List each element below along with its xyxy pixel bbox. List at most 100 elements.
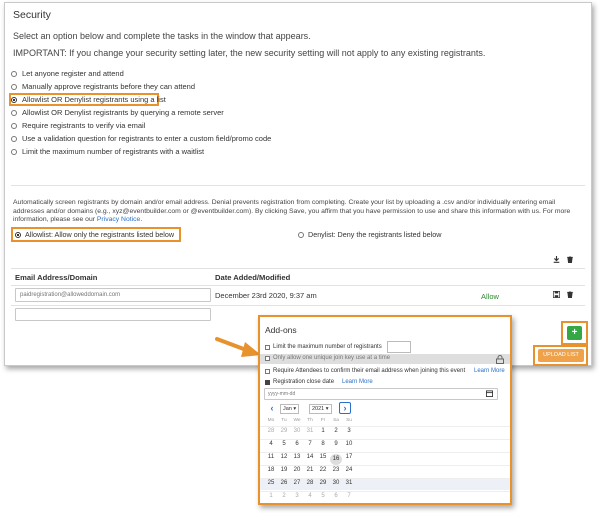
option-verify-email[interactable]: Require registrants to verify via email <box>11 121 145 130</box>
new-email-field[interactable] <box>15 308 211 321</box>
calendar-day[interactable]: 27 <box>291 480 303 486</box>
option-waitlist[interactable]: Limit the maximum number of registrants … <box>11 147 204 156</box>
radio-icon[interactable] <box>11 148 17 155</box>
date-cell: December 23rd 2020, 9:37 am <box>215 291 317 300</box>
learn-more-link[interactable]: Learn More <box>342 379 373 385</box>
radio-selected-icon[interactable] <box>11 96 17 103</box>
calendar-day[interactable]: 2 <box>330 428 342 434</box>
calendar-day[interactable]: 6 <box>330 493 342 499</box>
option-let-anyone[interactable]: Let anyone register and attend <box>11 69 124 78</box>
checkbox-icon[interactable] <box>265 368 270 374</box>
calendar-day[interactable]: 24 <box>343 467 355 473</box>
calendar-day[interactable]: 30 <box>291 428 303 434</box>
next-month-button[interactable]: › <box>339 402 351 414</box>
calendar-day[interactable]: 17 <box>343 454 355 460</box>
download-icon[interactable] <box>553 256 560 265</box>
checkbox-checked-icon[interactable] <box>265 379 270 385</box>
checkbox-icon[interactable] <box>265 344 270 350</box>
status-allow[interactable]: Allow <box>481 292 499 301</box>
upload-list-button[interactable]: UPLOAD LIST <box>538 349 584 362</box>
option-manual-approve[interactable]: Manually approve registrants before they… <box>11 82 195 91</box>
prev-month-button[interactable]: ‹ <box>266 403 278 415</box>
allowlist-label: Allowlist: Allow only the registrants li… <box>25 230 175 239</box>
year-select[interactable]: 2021 ▾ <box>309 404 332 414</box>
close-date-row[interactable]: Registration close date <box>265 379 334 385</box>
calendar-day[interactable]: 1 <box>317 428 329 434</box>
add-entry-button[interactable]: + <box>567 326 582 340</box>
calendar-day[interactable]: 3 <box>291 493 303 499</box>
calendar-day[interactable]: 12 <box>278 454 290 460</box>
radio-icon[interactable] <box>11 83 17 90</box>
option-remote-server[interactable]: Allowlist OR Denylist registrants by que… <box>11 108 224 117</box>
calendar-day[interactable]: 30 <box>330 480 342 486</box>
calendar-day[interactable]: 13 <box>291 454 303 460</box>
limit-number-input[interactable] <box>387 341 411 353</box>
calendar-day[interactable]: 25 <box>265 480 277 486</box>
lock-icon <box>496 355 504 366</box>
calendar-day-selected[interactable]: 16 <box>330 454 342 465</box>
calendar-day[interactable]: 26 <box>278 480 290 486</box>
table-header-divider <box>11 285 585 286</box>
calendar-day[interactable]: 4 <box>304 493 316 499</box>
learn-more-link[interactable]: Learn More <box>474 368 505 374</box>
calendar-day[interactable]: 7 <box>343 493 355 499</box>
calendar-day[interactable]: 4 <box>265 441 277 447</box>
option-validation-question[interactable]: Use a validation question for registrant… <box>11 134 271 143</box>
radio-icon[interactable] <box>11 122 17 129</box>
option-label: Allowlist OR Denylist registrants using … <box>22 95 166 104</box>
confirm-email-row[interactable]: Require Attendees to confirm their email… <box>265 368 465 374</box>
unique-key-label: Only allow one unique join key use at a … <box>273 355 391 361</box>
radio-icon[interactable] <box>11 109 17 116</box>
calendar-day[interactable]: 22 <box>317 467 329 473</box>
calendar-day[interactable]: 5 <box>317 493 329 499</box>
calendar-day[interactable]: 15 <box>317 454 329 460</box>
calendar-day[interactable]: 3 <box>343 428 355 434</box>
close-date-input[interactable]: yyyy-mm-dd <box>264 388 498 400</box>
calendar-day[interactable]: 2 <box>278 493 290 499</box>
calendar-day[interactable]: 18 <box>265 467 277 473</box>
calendar-day[interactable]: 14 <box>304 454 316 460</box>
radio-selected-icon[interactable] <box>15 231 21 238</box>
calendar-day[interactable]: 10 <box>343 441 355 447</box>
calendar-day[interactable]: 9 <box>330 441 342 447</box>
calendar-icon[interactable] <box>486 390 493 399</box>
calendar-day[interactable]: 29 <box>317 480 329 486</box>
radio-icon[interactable] <box>11 135 17 142</box>
option-allow-deny-list[interactable]: Allowlist OR Denylist registrants using … <box>11 95 166 104</box>
calendar-day[interactable]: 29 <box>278 428 290 434</box>
denylist-choice[interactable]: Denylist: Deny the registrants listed be… <box>298 230 441 239</box>
weekday-label: Mo <box>267 418 275 423</box>
calendar-day[interactable]: 31 <box>304 428 316 434</box>
option-label: Manually approve registrants before they… <box>22 82 196 91</box>
year-value: 2021 <box>312 406 325 412</box>
calendar-day[interactable]: 11 <box>265 454 277 460</box>
column-header-date: Date Added/Modified <box>215 273 291 282</box>
calendar-day[interactable]: 7 <box>304 441 316 447</box>
allowlist-choice[interactable]: Allowlist: Allow only the registrants li… <box>15 230 174 239</box>
calendar-day[interactable]: 28 <box>304 480 316 486</box>
limit-registrants-row[interactable]: Limit the maximum number of registrants <box>265 344 382 350</box>
privacy-notice-link[interactable]: Privacy Notice <box>97 216 140 223</box>
calendar-day[interactable]: 8 <box>317 441 329 447</box>
calendar-day[interactable]: 23 <box>330 467 342 473</box>
calendar-day[interactable]: 1 <box>265 493 277 499</box>
save-icon[interactable] <box>553 291 560 300</box>
calendar-day[interactable]: 5 <box>278 441 290 447</box>
calendar-day[interactable]: 21 <box>304 467 316 473</box>
calendar-day[interactable]: 20 <box>291 467 303 473</box>
month-select[interactable]: Jan ▾ <box>280 404 300 414</box>
section-title: Security <box>13 9 51 21</box>
email-field[interactable]: paidregistration@alloweddomain.com <box>15 288 211 302</box>
checkbox-icon <box>265 355 270 361</box>
radio-icon[interactable] <box>11 70 17 77</box>
trash-icon[interactable] <box>567 290 573 300</box>
calendar-day[interactable]: 31 <box>343 480 355 486</box>
trash-icon[interactable] <box>567 255 573 265</box>
calendar-day[interactable]: 6 <box>291 441 303 447</box>
calendar-day[interactable]: 19 <box>278 467 290 473</box>
radio-icon[interactable] <box>298 231 304 238</box>
calendar-day[interactable]: 28 <box>265 428 277 434</box>
weekday-label: Th <box>307 418 313 423</box>
section-subtitle: Select an option below and complete the … <box>13 31 311 41</box>
week-divider <box>260 439 510 440</box>
